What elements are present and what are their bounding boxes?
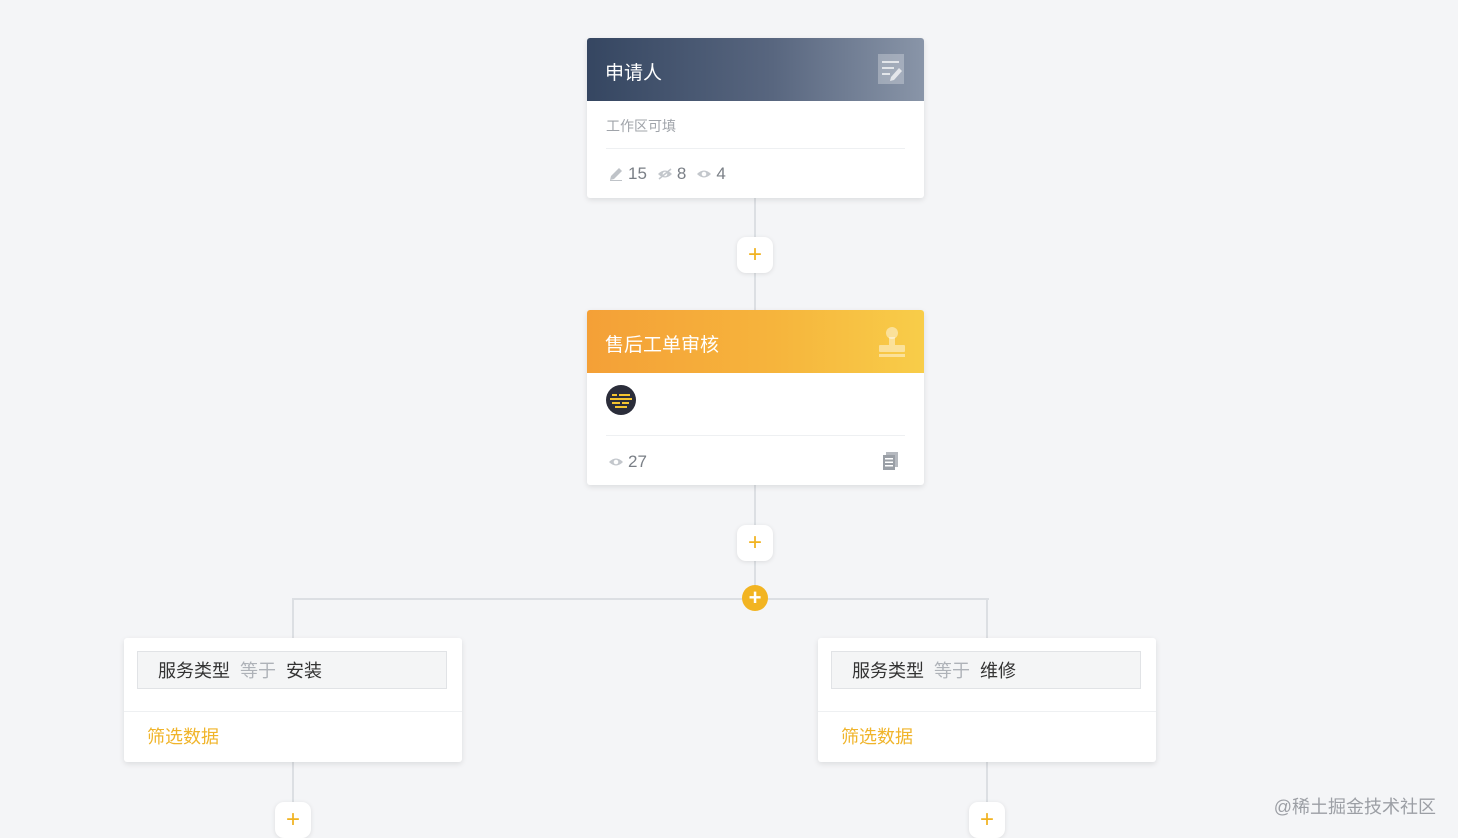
node-title: 售后工单审核: [605, 335, 720, 356]
condition-operator: 等于: [240, 661, 277, 681]
filter-data-link[interactable]: 筛选数据: [841, 723, 913, 749]
connector-line: [986, 762, 988, 802]
eye-icon: [697, 170, 712, 178]
divider: [124, 711, 462, 712]
applicant-node[interactable]: 申请人 工作区可填 15 8 4: [587, 38, 924, 198]
condition-field: 服务类型: [852, 661, 924, 681]
add-node-button[interactable]: +: [969, 802, 1005, 838]
connector-line: [292, 762, 294, 802]
approval-node[interactable]: 售后工单审核 27: [587, 310, 924, 485]
add-node-button[interactable]: +: [737, 525, 773, 561]
condition-value: 安装: [286, 661, 323, 681]
condition-operator: 等于: [934, 661, 971, 681]
stamp-icon: [879, 327, 905, 357]
condition-field: 服务类型: [158, 661, 230, 681]
condition-node[interactable]: 服务类型 等于 维修 筛选数据: [818, 638, 1156, 762]
view-count: 27: [628, 452, 647, 471]
node-stats: 27: [608, 452, 657, 472]
condition-value: 维修: [980, 661, 1017, 681]
condition-node[interactable]: 服务类型 等于 安装 筛选数据: [124, 638, 462, 762]
view-count: 4: [716, 164, 726, 183]
eye-slash-icon: [657, 168, 672, 180]
document-icon[interactable]: [883, 452, 899, 470]
approval-node-header: 售后工单审核: [587, 310, 924, 373]
edit-count: 15: [628, 164, 647, 183]
pencil-icon: [610, 168, 622, 181]
view-stat: 27: [608, 452, 647, 472]
filter-data-link[interactable]: 筛选数据: [147, 723, 219, 749]
branch-line: [292, 598, 989, 600]
condition-expression[interactable]: 服务类型 等于 维修: [831, 651, 1141, 689]
divider: [606, 435, 905, 436]
edit-stat: 15: [608, 164, 647, 184]
add-node-button[interactable]: +: [737, 237, 773, 273]
add-branch-button[interactable]: +: [742, 585, 768, 611]
view-stat: 4: [696, 164, 726, 184]
node-subtitle: 工作区可填: [606, 118, 676, 134]
node-stats: 15 8 4: [608, 164, 736, 184]
node-title: 申请人: [605, 63, 663, 84]
form-edit-icon: [878, 54, 904, 84]
divider: [818, 711, 1156, 712]
connector-line: [292, 598, 294, 638]
readonly-count: 8: [676, 164, 687, 183]
avatar-image: [610, 394, 632, 408]
watermark: @稀土掘金技术社区: [1273, 797, 1436, 817]
add-node-button[interactable]: +: [275, 802, 311, 838]
readonly-stat: 8: [657, 164, 686, 184]
divider: [606, 148, 905, 149]
condition-expression[interactable]: 服务类型 等于 安装: [137, 651, 447, 689]
applicant-node-header: 申请人: [587, 38, 924, 101]
eye-icon: [609, 458, 623, 466]
connector-line: [986, 598, 988, 638]
avatar: [606, 385, 636, 415]
